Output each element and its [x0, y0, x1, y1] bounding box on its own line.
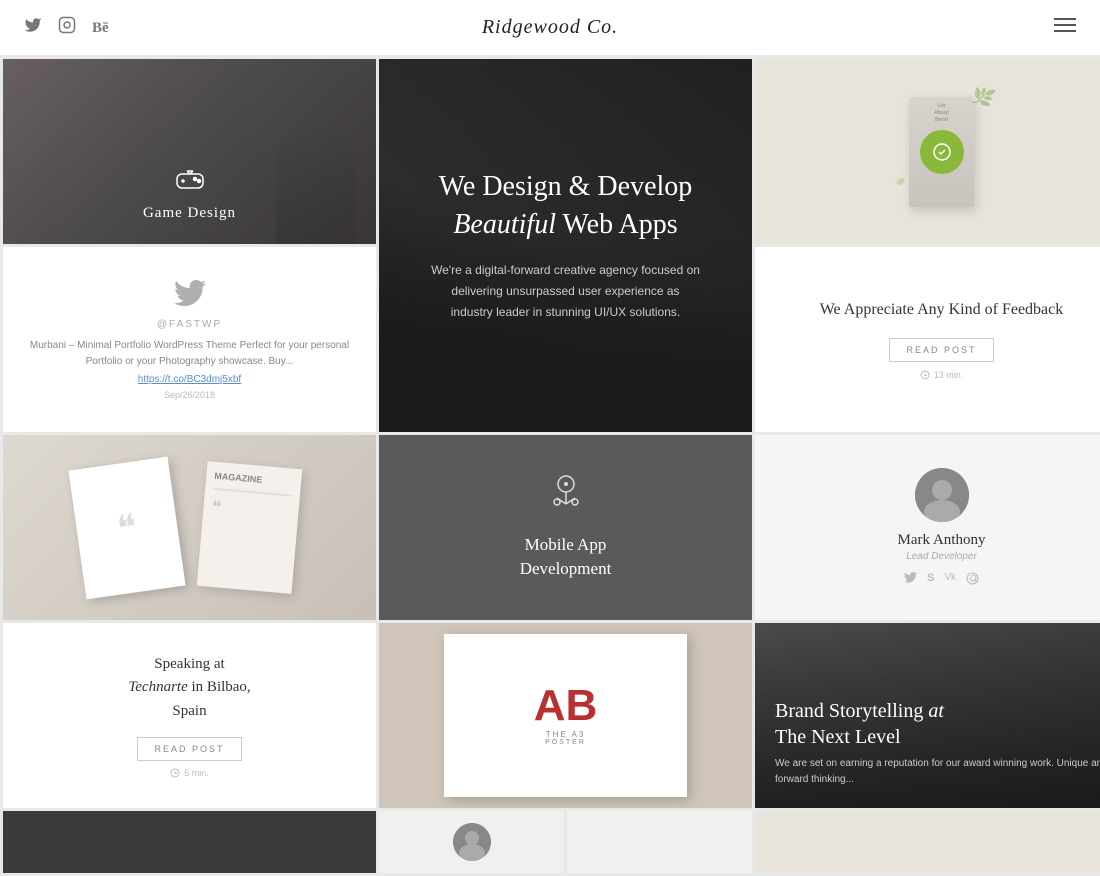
twitter-link[interactable]: https://t.co/BC3dmj5xbf [138, 374, 241, 385]
profile-social-links: S Vk [904, 572, 979, 588]
social-links: Bē [24, 16, 109, 39]
hero-cell: We Design & Develop Beautiful Web Apps W… [379, 59, 752, 432]
profile-whatsapp-icon[interactable] [966, 572, 979, 588]
profile-avatar [915, 468, 969, 522]
mobile-app-title: Mobile App Development [520, 533, 612, 581]
game-design-icon [143, 166, 236, 199]
behance-link[interactable]: Bē [92, 19, 109, 37]
profile-cell: Mark Anthony Lead Developer S Vk [755, 435, 1100, 620]
content-grid: Game Design We Design & Develop Beautifu… [0, 56, 1100, 876]
magazine-cell: ❝ MAGAZINE ❝ [3, 435, 376, 620]
twitter-text: Murbani – Minimal Portfolio WordPress Th… [19, 338, 360, 370]
mobile-app-cell: Mobile App Development [379, 435, 752, 620]
brand-title: Brand Storytelling at The Next Level [775, 698, 1100, 750]
profile-role: Lead Developer [906, 551, 977, 562]
poster-cell: AB THE A3 POSTER [379, 623, 752, 808]
bottom-avatar-cell [379, 811, 564, 873]
twitter-cell: @FASTWP Murbani – Minimal Portfolio Word… [3, 247, 376, 432]
feedback-title: We Appreciate Any Kind of Feedback [820, 299, 1064, 321]
twitter-icon [174, 280, 206, 314]
mobile-app-icon [547, 474, 585, 519]
feedback-read-post-button[interactable]: READ POST [889, 338, 993, 362]
site-logo: Ridgewood Co. [482, 16, 618, 39]
profile-name: Mark Anthony [898, 532, 986, 549]
dark-cell [3, 811, 376, 873]
speaking-cell: Speaking atTechnarte in Bilbao,Spain REA… [3, 623, 376, 808]
site-header: Bē Ridgewood Co. [0, 0, 1100, 56]
brand-cell: Brand Storytelling at The Next Level We … [755, 623, 1100, 808]
brand-description: We are set on earning a reputation for o… [775, 756, 1100, 788]
twitter-date: Sep/26/2018 [164, 390, 215, 400]
bottom-filler2 [755, 811, 1100, 873]
menu-button[interactable] [1054, 16, 1076, 39]
feedback-cell: We Appreciate Any Kind of Feedback READ … [755, 247, 1100, 432]
product-cell: ListAheadBlend 🌿 🍃 [755, 59, 1100, 244]
twitter-link[interactable] [24, 16, 42, 39]
profile-vk-icon[interactable]: Vk [944, 572, 956, 588]
profile-snapchat-icon[interactable]: S [927, 572, 934, 588]
profile-twitter-icon[interactable] [904, 572, 917, 588]
game-design-cell: Game Design [3, 59, 376, 244]
speaking-read-time: 5 min. [170, 768, 209, 778]
hero-heading: We Design & Develop Beautiful Web Apps [431, 168, 701, 244]
instagram-link[interactable] [58, 16, 76, 39]
speaking-title: Speaking atTechnarte in Bilbao,Spain [128, 653, 250, 723]
hero-description: We're a digital-forward creative agency … [431, 260, 701, 323]
speaking-read-post-button[interactable]: READ POST [137, 737, 241, 761]
twitter-handle: @FASTWP [157, 319, 222, 330]
bottom-filler1 [567, 811, 752, 873]
game-design-title: Game Design [143, 205, 236, 222]
feedback-read-time: 13 min. [920, 370, 964, 380]
